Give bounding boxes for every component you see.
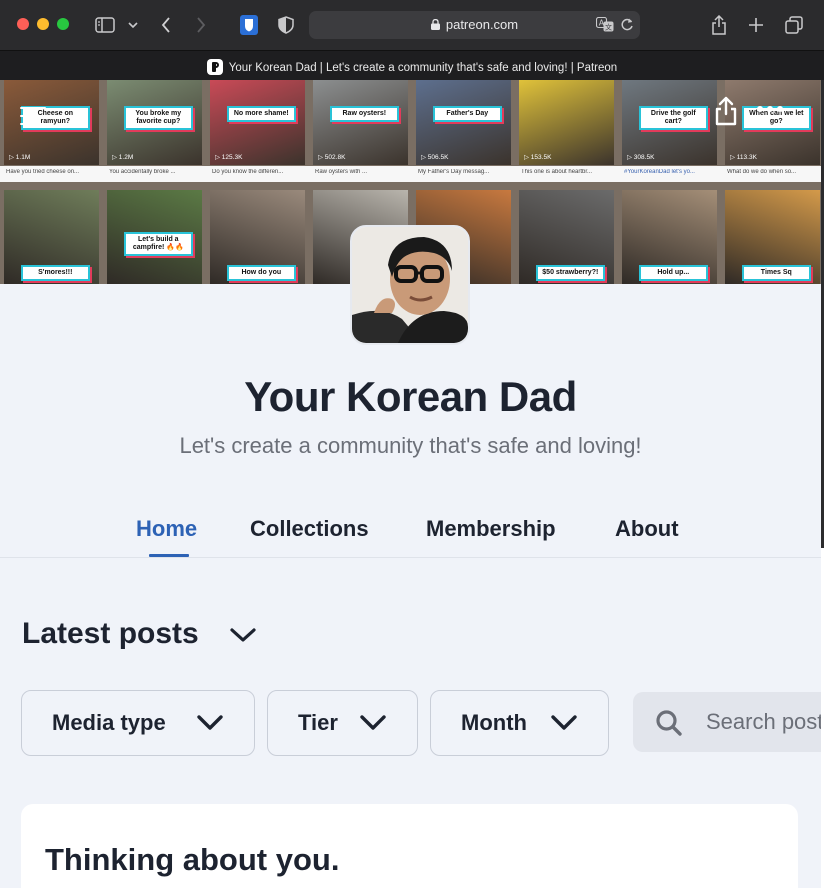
browser-toolbar: patreon.com A文 [0,0,824,50]
tab-overview-icon[interactable] [783,13,805,37]
tab-bar: Your Korean Dad | Let's create a communi… [0,50,824,80]
view-count: ▷ 125.3K [215,154,243,161]
svg-text:文: 文 [605,23,612,32]
tab-title: Your Korean Dad | Let's create a communi… [228,62,618,74]
reload-icon[interactable] [620,17,634,37]
thumbnail-description: This one is about heartbr... [521,169,593,175]
sidebar-toggle-icon[interactable] [94,13,116,37]
thumbnail-caption: $50 strawberry?! [536,265,605,282]
search-icon [656,710,682,736]
banner-thumbnail: Let's build a campfire! 🔥🔥 [107,190,202,284]
tab-home[interactable]: Home [136,516,197,542]
thumbnail-description: #YourKoreanDad let's yo... [624,169,695,175]
minimize-window-button[interactable] [37,18,49,30]
browser-chrome: patreon.com A文 Your Korean Dad | Let's c… [0,0,824,80]
thumbnail-caption: How do you [227,265,296,282]
banner-thumbnail: Cheese on ramyun? ▷ 1.1M [4,80,99,165]
view-count: ▷ 1.2M [112,154,134,161]
thumbnail-description: You accidentally broke ... [109,169,176,175]
banner-thumbnail: S'mores!!! [4,190,99,284]
url-text: patreon.com [445,17,519,32]
banner-thumbnail: You broke my favorite cup? ▷ 1.2M [107,80,202,165]
creator-avatar [350,225,470,345]
creator-tagline: Let's create a community that's safe and… [179,433,642,458]
banner-thumbnail: $50 strawberry?! [519,190,614,284]
creator-name: Your Korean Dad [244,373,577,420]
view-count: ▷ 502.8K [318,154,346,161]
banner-thumbnail: Times Sq [725,190,820,284]
banner-thumbnail: ▷ 153.5K [519,80,614,165]
password-manager-icon[interactable] [238,13,260,37]
chevron-down-icon [551,715,577,730]
month-filter[interactable]: Month [430,690,609,756]
latest-posts-heading[interactable]: Latest posts [22,617,199,651]
lock-icon [430,19,440,30]
view-count: ▷ 506.5K [421,154,449,161]
shield-icon[interactable] [275,13,297,37]
patreon-logo-icon [206,59,223,75]
share-icon[interactable] [714,96,738,126]
banner-thumbnail: How do you [210,190,305,284]
thumbnail-caption: S'mores!!! [21,265,90,282]
filter-label: Tier [298,710,338,735]
thumbnail-caption: No more shame! [227,105,296,122]
filter-label: Month [461,710,527,735]
chevron-down-icon[interactable] [126,13,140,37]
thumbnail-description: Raw oysters with ... [315,169,368,175]
active-tab[interactable]: Your Korean Dad | Let's create a communi… [0,59,824,75]
thumbnail-caption: Times Sq [742,265,811,282]
tier-filter[interactable]: Tier [267,690,418,756]
banner-thumbnail: No more shame! ▷ 125.3K [210,80,305,165]
banner-thumbnail: When can we let go? ▷ 113.3K [725,80,820,165]
share-icon[interactable] [709,13,729,37]
more-options-icon[interactable] [757,106,785,114]
active-tab-indicator [149,554,189,557]
chevron-down-icon[interactable] [228,624,258,646]
translate-icon[interactable]: A文 [595,16,614,37]
tab-about[interactable]: About [615,516,679,542]
view-count: ▷ 153.5K [524,154,552,161]
view-count: ▷ 1.1M [9,154,31,161]
thumbnail-description: Have you tried cheese on... [6,169,80,175]
media-type-filter[interactable]: Media type [21,690,255,756]
thumbnail-caption: You broke my favorite cup? [124,105,193,130]
thumbnail-caption: Father's Day [433,105,502,122]
thumbnail-caption: Raw oysters! [330,105,399,122]
thumbnail-caption: Hold up... [639,265,708,282]
view-count: ▷ 113.3K [730,154,757,161]
filter-label: Media type [52,710,166,735]
chevron-down-icon [360,715,386,730]
thumbnail-description: What do we do when so... [727,169,797,175]
chevron-down-icon [197,715,223,730]
back-icon[interactable] [157,13,175,37]
banner-thumbnail: Raw oysters! ▷ 502.8K [313,80,408,165]
search-posts-input[interactable]: Search posts [633,692,821,752]
forward-icon[interactable] [192,13,210,37]
banner-thumbnail: Hold up... [622,190,717,284]
post-title[interactable]: Thinking about you. [45,842,339,878]
new-tab-icon[interactable] [746,13,766,37]
thumbnail-description: My Father's Day messag... [418,169,490,175]
thumbnail-caption: Let's build a campfire! 🔥🔥 [124,232,193,257]
hamburger-menu-icon[interactable] [20,107,46,127]
close-window-button[interactable] [17,18,29,30]
thumbnail-description: Do you know the differen... [212,169,284,175]
zoom-window-button[interactable] [57,18,69,30]
creator-nav: Home Collections Membership About [0,500,821,558]
tab-collections[interactable]: Collections [250,516,369,542]
thumbnail-caption: Drive the golf cart? [639,105,708,130]
banner-thumbnail: Drive the golf cart? ▷ 308.5K [622,80,717,165]
view-count: ▷ 308.5K [627,154,655,161]
banner-thumbnail: Father's Day ▷ 506.5K [416,80,511,165]
post-card[interactable]: Thinking about you. [21,804,798,888]
tab-membership[interactable]: Membership [426,516,556,542]
address-bar[interactable]: patreon.com A文 [309,11,640,39]
search-placeholder: Search posts [706,709,821,734]
